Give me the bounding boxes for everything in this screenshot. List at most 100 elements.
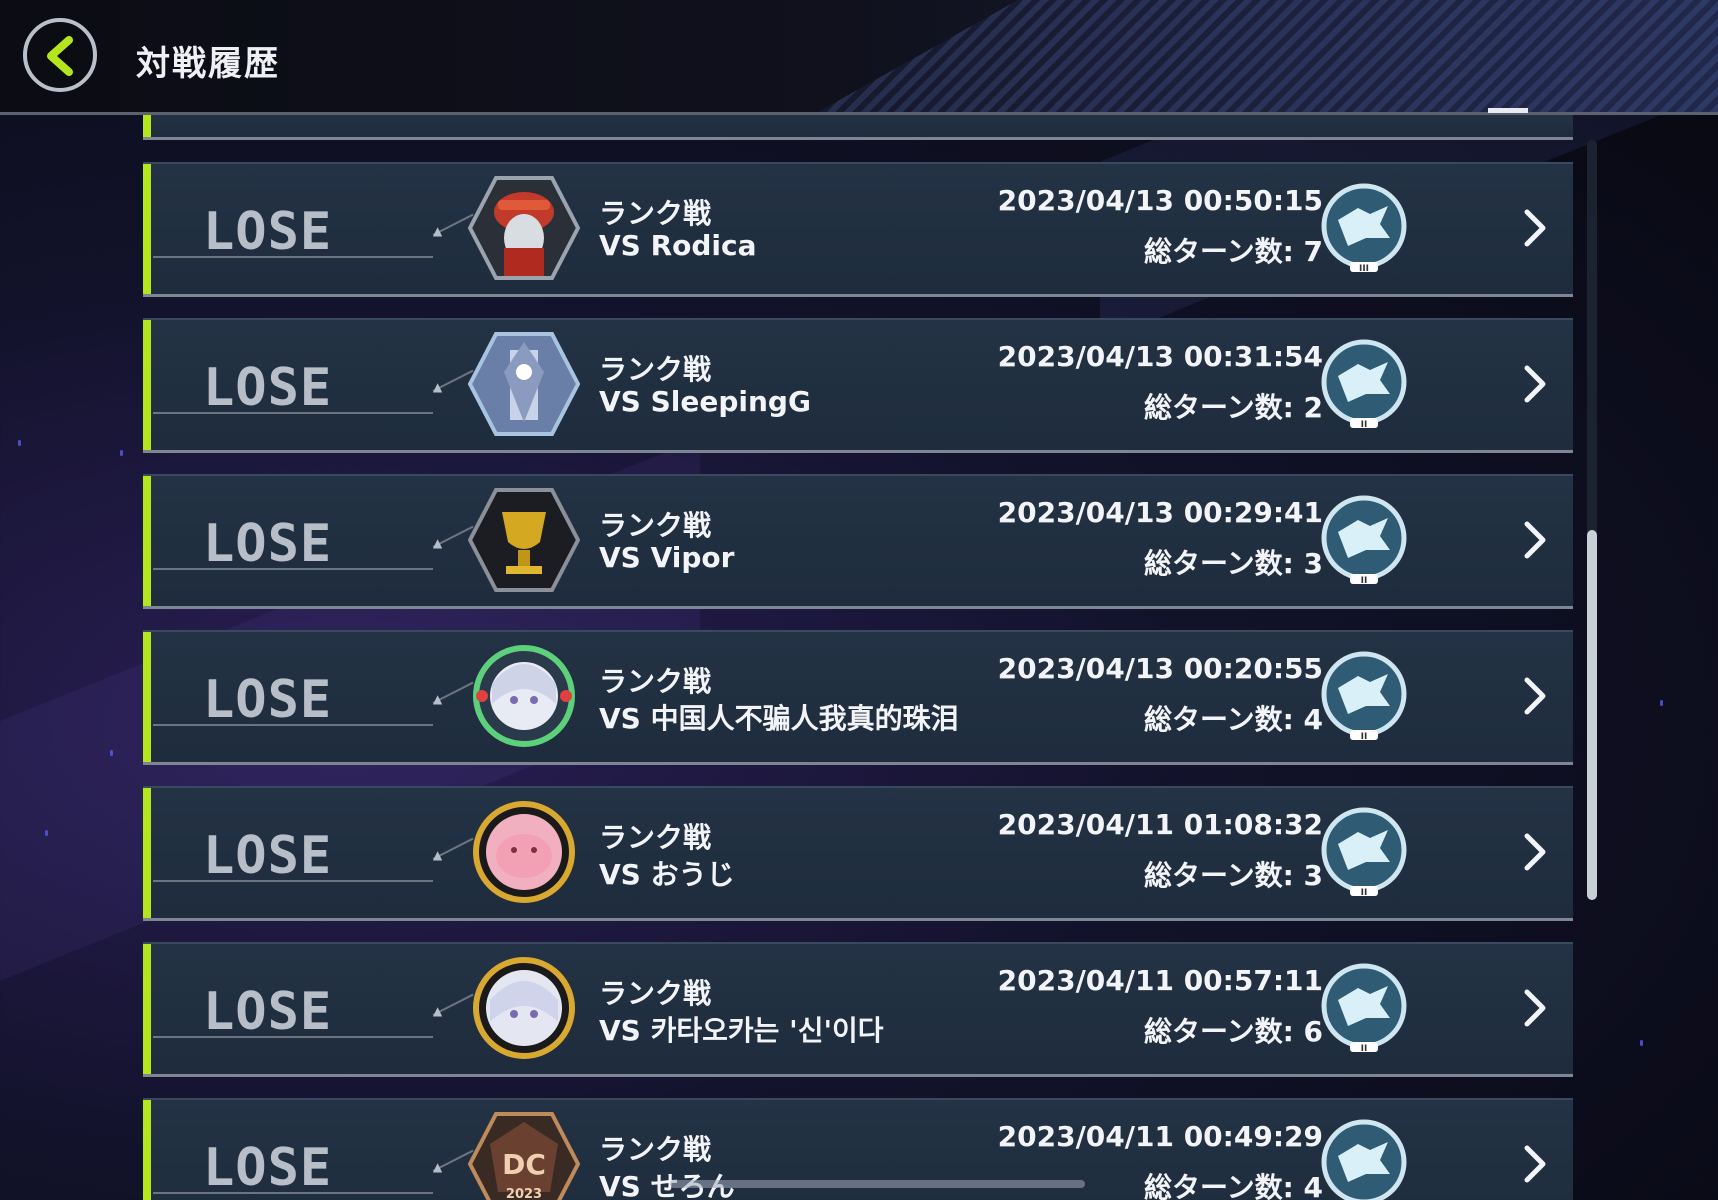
avatar bbox=[468, 332, 580, 436]
result-label: LOSE bbox=[203, 670, 333, 730]
match-mode: ランク戦 bbox=[599, 821, 712, 854]
chevron-right-icon[interactable] bbox=[1521, 206, 1549, 250]
row-accent bbox=[143, 476, 151, 606]
opponent-name: VS 카타오카는 '신'이다 bbox=[599, 1014, 884, 1047]
triangle-icon: ▲ bbox=[433, 224, 443, 238]
avatar bbox=[473, 957, 575, 1059]
match-mode: ランク戦 bbox=[599, 509, 712, 542]
match-mode: ランク戦 bbox=[599, 977, 712, 1010]
match-datetime: 2023/04/13 00:50:15 bbox=[997, 184, 1323, 217]
divider bbox=[153, 256, 433, 258]
chevron-right-icon[interactable] bbox=[1521, 674, 1549, 718]
divider bbox=[153, 880, 433, 882]
home-indicator[interactable] bbox=[670, 1180, 1085, 1188]
avatar bbox=[473, 801, 575, 903]
chevron-right-icon[interactable] bbox=[1521, 362, 1549, 406]
row-accent bbox=[143, 632, 151, 762]
turn-count: 総ターン数: 7 bbox=[1143, 235, 1323, 268]
match-mode: ランク戦 bbox=[599, 197, 712, 230]
chevron-right-icon[interactable] bbox=[1521, 830, 1549, 874]
chevron-right-icon[interactable] bbox=[1521, 986, 1549, 1030]
svg-text:II: II bbox=[1361, 576, 1368, 586]
list-item[interactable]: LOSE ▲ ランク戦 VS SleepingG 2023/04/13 00:3… bbox=[143, 318, 1573, 453]
list-item-partial[interactable] bbox=[143, 115, 1573, 140]
header-bar: 対戦履歴 bbox=[0, 0, 1718, 115]
svg-text:2023: 2023 bbox=[506, 1187, 542, 1200]
svg-text:II: II bbox=[1361, 420, 1368, 430]
match-mode: ランク戦 bbox=[599, 1133, 712, 1166]
page-title: 対戦履歴 bbox=[136, 44, 280, 84]
triangle-icon: ▲ bbox=[433, 692, 443, 706]
opponent-name: VS SleepingG bbox=[599, 385, 811, 418]
match-datetime: 2023/04/11 01:08:32 bbox=[997, 808, 1323, 841]
svg-text:DC: DC bbox=[502, 1148, 546, 1181]
result-label: LOSE bbox=[203, 514, 333, 574]
match-datetime: 2023/04/13 00:31:54 bbox=[997, 340, 1323, 373]
rank-emblem-icon: II bbox=[1321, 651, 1407, 742]
match-datetime: 2023/04/13 00:29:41 bbox=[997, 496, 1323, 529]
opponent-name: VS 中国人不骗人我真的珠泪 bbox=[599, 702, 959, 735]
row-accent bbox=[143, 320, 151, 450]
list-item[interactable]: LOSE ▲ ランク戦 VS おうじ 2023/04/11 01:08:32 総… bbox=[143, 786, 1573, 921]
match-mode: ランク戦 bbox=[599, 665, 712, 698]
svg-text:II: II bbox=[1361, 888, 1368, 898]
turn-count: 総ターン数: 2 bbox=[1143, 391, 1323, 424]
triangle-icon: ▲ bbox=[433, 1004, 443, 1018]
triangle-icon: ▲ bbox=[433, 536, 443, 550]
avatar bbox=[468, 488, 580, 592]
result-label: LOSE bbox=[203, 202, 333, 262]
svg-text:II: II bbox=[1361, 1044, 1368, 1054]
rank-emblem-icon: II bbox=[1321, 807, 1407, 898]
row-accent bbox=[143, 1100, 151, 1200]
header-indicator bbox=[1488, 108, 1528, 113]
result-label: LOSE bbox=[203, 826, 333, 886]
svg-text:III: III bbox=[1359, 264, 1369, 274]
turn-count: 総ターン数: 3 bbox=[1143, 859, 1323, 892]
triangle-icon: ▲ bbox=[433, 1160, 443, 1174]
list-item[interactable]: LOSE ▲ ランク戦 VS Rodica 2023/04/13 00:50:1… bbox=[143, 162, 1573, 297]
header-decoration bbox=[818, 0, 1718, 112]
match-datetime: 2023/04/13 00:20:55 bbox=[997, 652, 1323, 685]
match-mode: ランク戦 bbox=[599, 353, 712, 386]
list-item[interactable]: LOSE ▲ ランク戦 VS 中国人不骗人我真的珠泪 2023/04/13 00… bbox=[143, 630, 1573, 765]
rank-emblem-icon: II bbox=[1321, 339, 1407, 430]
row-accent bbox=[143, 164, 151, 294]
turn-count: 総ターン数: 3 bbox=[1143, 547, 1323, 580]
turn-count: 総ターン数: 6 bbox=[1143, 1015, 1323, 1048]
divider bbox=[153, 1036, 433, 1038]
back-button[interactable] bbox=[23, 18, 97, 92]
scrollbar-thumb[interactable] bbox=[1587, 530, 1597, 900]
row-accent bbox=[143, 115, 151, 137]
row-accent bbox=[143, 944, 151, 1074]
match-datetime: 2023/04/11 00:57:11 bbox=[997, 964, 1323, 997]
match-history-list[interactable]: LOSE ▲ ランク戦 VS Rodica 2023/04/13 00:50:1… bbox=[0, 115, 1718, 1200]
turn-count: 総ターン数: 4 bbox=[1143, 703, 1323, 736]
triangle-icon: ▲ bbox=[433, 380, 443, 394]
divider bbox=[153, 724, 433, 726]
row-accent bbox=[143, 788, 151, 918]
avatar bbox=[468, 176, 580, 280]
divider bbox=[153, 412, 433, 414]
list-item[interactable]: LOSE ▲ ランク戦 VS 카타오카는 '신'이다 2023/04/11 00… bbox=[143, 942, 1573, 1077]
rank-emblem-icon: II bbox=[1321, 495, 1407, 586]
chevron-right-icon[interactable] bbox=[1521, 518, 1549, 562]
rank-emblem-icon bbox=[1321, 1119, 1407, 1200]
result-label: LOSE bbox=[203, 358, 333, 418]
turn-count: 総ターン数: 4 bbox=[1143, 1171, 1323, 1200]
avatar: DC 2023 bbox=[468, 1112, 580, 1200]
divider bbox=[153, 1192, 433, 1194]
chevron-right-icon[interactable] bbox=[1521, 1142, 1549, 1186]
scrollbar[interactable] bbox=[1587, 140, 1597, 900]
opponent-name: VS おうじ bbox=[599, 858, 735, 891]
opponent-name: VS Vipor bbox=[599, 541, 735, 574]
result-label: LOSE bbox=[203, 982, 333, 1042]
result-label: LOSE bbox=[203, 1138, 333, 1198]
rank-emblem-icon: II bbox=[1321, 963, 1407, 1054]
avatar bbox=[473, 645, 575, 747]
chevron-left-icon bbox=[47, 36, 73, 76]
divider bbox=[153, 568, 433, 570]
list-item[interactable]: LOSE ▲ ランク戦 VS Vipor 2023/04/13 00:29:41… bbox=[143, 474, 1573, 609]
match-datetime: 2023/04/11 00:49:29 bbox=[997, 1120, 1323, 1153]
svg-text:II: II bbox=[1361, 732, 1368, 742]
rank-emblem-icon: III bbox=[1321, 183, 1407, 274]
